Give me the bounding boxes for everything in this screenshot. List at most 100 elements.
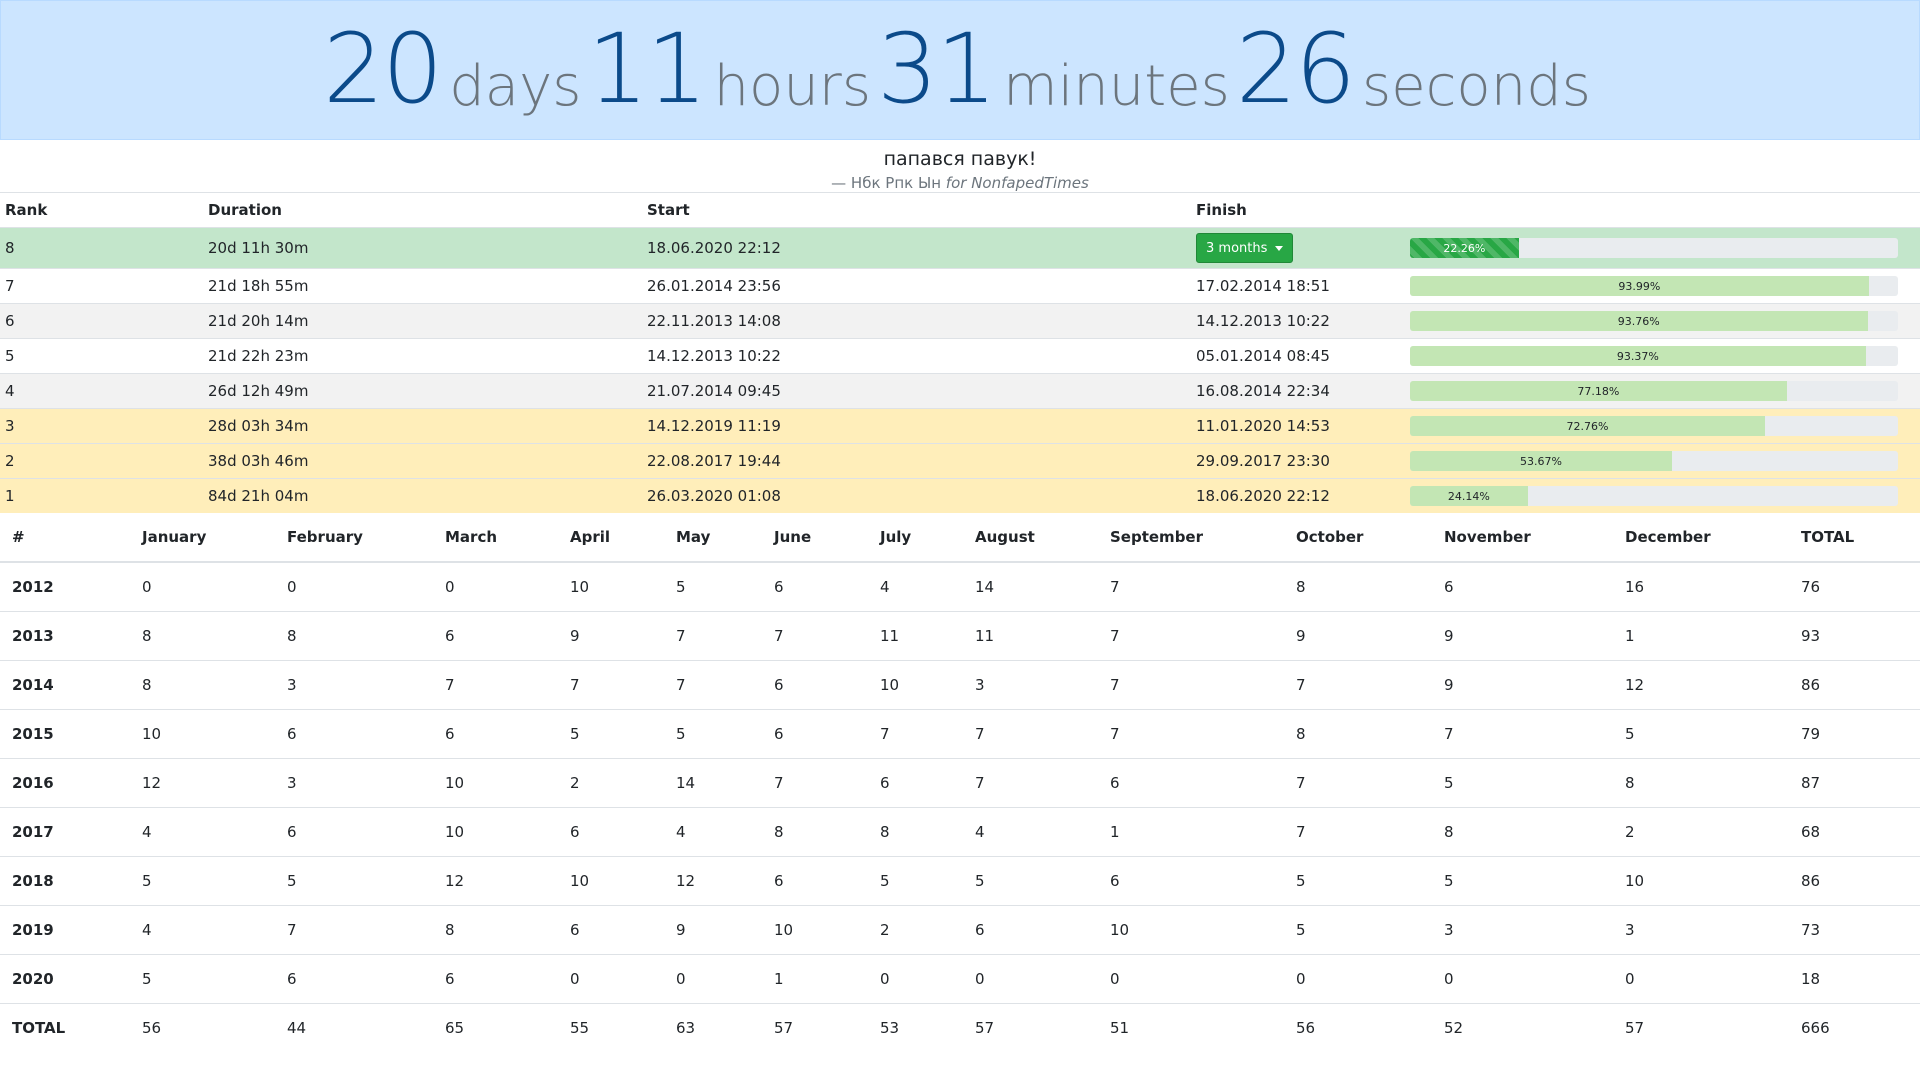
count-cell: 63 [664,1003,762,1052]
count-cell: 5 [1432,856,1613,906]
count-cell: 8 [433,905,558,955]
quote-for: for [945,174,967,192]
count-cell: 1 [762,954,868,1004]
monthly-header-cell: September [1098,513,1284,563]
ranking-row: 7 21d 18h 55m 26.01.2014 23:56 17.02.2014 1… [0,268,1920,304]
rank-cell: 1 [0,478,203,513]
count-cell: 7 [1284,807,1432,857]
count-cell: 87 [1789,758,1920,808]
count-cell: 7 [558,660,664,710]
minutes-label: minutes [1003,54,1230,119]
count-cell: 6 [1098,856,1284,906]
count-cell: 68 [1789,807,1920,857]
rank-cell: 8 [0,227,203,269]
count-cell: 3 [275,660,433,710]
count-cell: 6 [868,758,963,808]
progress-cell: 53.67% [1405,443,1920,479]
count-cell: 7 [963,709,1098,759]
progress-bar: 93.76% [1410,311,1868,331]
count-cell: 7 [664,660,762,710]
count-cell: 14 [664,758,762,808]
monthly-header-cell: August [963,513,1098,563]
count-cell: 5 [1432,758,1613,808]
count-cell: 6 [433,611,558,661]
count-cell: 2 [558,758,664,808]
monthly-header-cell: May [664,513,762,563]
count-cell: 5 [1284,905,1432,955]
year-row: 2018 5 5 12 10 12 6 5 5 6 5 5 10 86 [0,856,1920,906]
count-cell: 12 [433,856,558,906]
ranking-row: 5 21d 22h 23m 14.12.2013 10:22 05.01.2014 0… [0,338,1920,374]
count-cell: 4 [963,807,1098,857]
progress-bar: 72.76% [1410,416,1766,436]
count-cell: 18 [1789,954,1920,1004]
count-cell: 666 [1789,1003,1920,1052]
monthly-header-cell: March [433,513,558,563]
goal-dropdown-button[interactable]: 3 months [1196,233,1294,263]
finish-header: Finish [1191,192,1405,228]
count-cell: 2 [1613,807,1789,857]
count-cell: 7 [1284,660,1432,710]
progress-cell: 72.76% [1405,408,1920,444]
progress-track: 22.26% [1410,238,1898,258]
count-cell: 6 [433,709,558,759]
count-cell: 0 [1098,954,1284,1004]
count-cell: 5 [130,954,275,1004]
count-cell: 12 [130,758,275,808]
count-cell: 3 [1432,905,1613,955]
count-cell: 1 [1613,611,1789,661]
year-row: 2016 12 3 10 2 14 7 6 7 6 7 5 8 87 [0,758,1920,808]
count-cell: 5 [275,856,433,906]
count-cell: 8 [1432,807,1613,857]
count-cell: 73 [1789,905,1920,955]
duration-cell: 84d 21h 04m [203,478,642,513]
count-cell: 6 [558,807,664,857]
rank-cell: 2 [0,443,203,479]
count-cell: 7 [762,758,868,808]
count-cell: 11 [868,611,963,661]
count-cell: 4 [130,807,275,857]
year-row: 2012 0 0 0 10 5 6 4 14 7 8 6 16 76 [0,561,1920,612]
count-cell: 9 [1432,660,1613,710]
count-cell: 4 [664,807,762,857]
year-row: 2013 8 8 6 9 7 7 11 11 7 9 9 1 93 [0,611,1920,661]
start-cell: 14.12.2019 11:19 [642,408,1191,444]
duration-cell: 28d 03h 34m [203,408,642,444]
count-cell: 51 [1098,1003,1284,1052]
progress-track: 77.18% [1410,381,1898,401]
year-row: 2020 5 6 6 0 0 1 0 0 0 0 0 0 18 [0,954,1920,1004]
duration-cell: 38d 03h 46m [203,443,642,479]
count-cell: 10 [1613,856,1789,906]
quote-author: — Нбк Рпк Ын [831,174,942,192]
start-cell: 26.01.2014 23:56 [642,268,1191,304]
count-cell: 12 [664,856,762,906]
count-cell: 10 [558,856,664,906]
quote-source: NonfapedTimes [971,174,1089,192]
count-cell: 12 [1613,660,1789,710]
duration-header: Duration [203,192,642,228]
count-cell: 86 [1789,660,1920,710]
duration-cell: 21d 18h 55m [203,268,642,304]
seconds-label: seconds [1362,54,1591,119]
count-cell: 6 [275,807,433,857]
count-cell: 7 [275,905,433,955]
finish-cell: 18.06.2020 22:12 [1191,478,1405,513]
progress-track: 53.67% [1410,451,1898,471]
goal-dropdown-label: 3 months [1206,240,1268,256]
count-cell: 7 [963,758,1098,808]
count-cell: 7 [1432,709,1613,759]
count-cell: 0 [275,561,433,612]
start-cell: 14.12.2013 10:22 [642,338,1191,374]
ranking-row: 1 84d 21h 04m 26.03.2020 01:08 18.06.2020 2… [0,478,1920,513]
finish-cell: 17.02.2014 18:51 [1191,268,1405,304]
count-cell: 10 [762,905,868,955]
progress-cell: 93.76% [1405,303,1920,339]
year-cell: 2020 [0,954,130,1004]
count-cell: 79 [1789,709,1920,759]
count-cell: 16 [1613,561,1789,612]
count-cell: 5 [1284,856,1432,906]
count-cell: 57 [1613,1003,1789,1052]
count-cell: 5 [664,709,762,759]
progress-track: 72.76% [1410,416,1898,436]
current-streak-row: 8 20d 11h 30m 18.06.2020 22:12 3 months … [0,227,1920,269]
